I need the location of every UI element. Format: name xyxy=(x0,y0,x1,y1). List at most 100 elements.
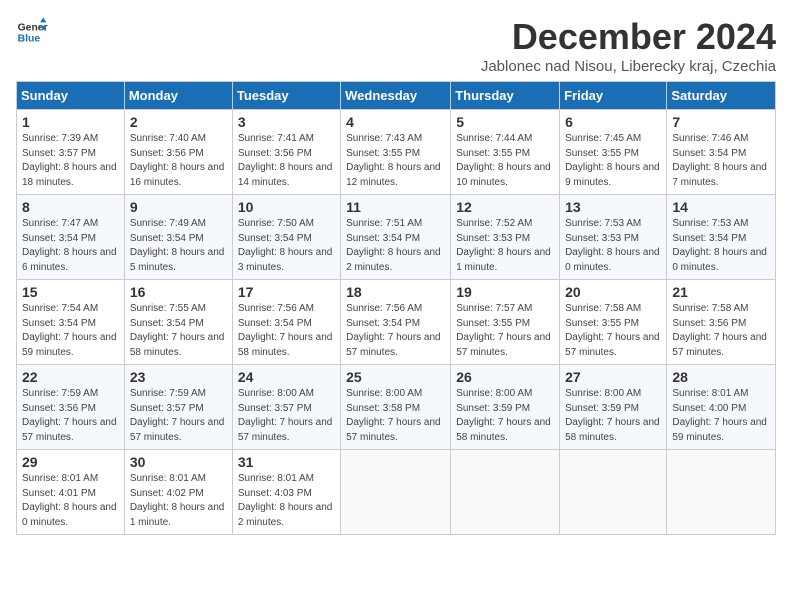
calendar-cell: 18 Sunrise: 7:56 AMSunset: 3:54 PMDayligh… xyxy=(341,280,451,365)
day-info: Sunrise: 7:58 AMSunset: 3:56 PMDaylight:… xyxy=(672,302,770,360)
calendar-cell: 1Sunrise: 7:39 AMSunset: 3:57 PMDaylight… xyxy=(17,110,125,195)
col-wednesday: Wednesday xyxy=(341,82,451,110)
day-info: Sunrise: 7:44 AMSunset: 3:55 PMDaylight:… xyxy=(456,132,554,190)
day-number: 17 xyxy=(238,284,335,300)
day-info: Sunrise: 7:59 AMSunset: 3:57 PMDaylight:… xyxy=(130,387,227,445)
day-info: Sunrise: 7:58 AMSunset: 3:55 PMDaylight:… xyxy=(565,302,661,360)
svg-text:Blue: Blue xyxy=(18,34,41,45)
calendar-cell: 24 Sunrise: 8:00 AMSunset: 3:57 PMDayligh… xyxy=(232,365,340,450)
day-info: Sunrise: 7:53 AMSunset: 3:54 PMDaylight:… xyxy=(672,217,770,275)
calendar-cell xyxy=(341,450,451,535)
calendar-cell xyxy=(560,450,667,535)
calendar-cell xyxy=(667,450,776,535)
day-number: 23 xyxy=(130,369,227,385)
day-number: 30 xyxy=(130,454,227,470)
col-friday: Friday xyxy=(560,82,667,110)
calendar-cell: 4 Sunrise: 7:43 AMSunset: 3:55 PMDaylight… xyxy=(341,110,451,195)
calendar-cell xyxy=(451,450,560,535)
day-info: Sunrise: 7:40 AMSunset: 3:56 PMDaylight:… xyxy=(130,132,227,190)
day-info: Sunrise: 8:00 AMSunset: 3:59 PMDaylight:… xyxy=(456,387,554,445)
day-info: Sunrise: 7:53 AMSunset: 3:53 PMDaylight:… xyxy=(565,217,661,275)
calendar-cell: 30Sunrise: 8:01 AMSunset: 4:02 PMDayligh… xyxy=(124,450,232,535)
day-info: Sunrise: 7:45 AMSunset: 3:55 PMDaylight:… xyxy=(565,132,661,190)
calendar-cell: 22Sunrise: 7:59 AMSunset: 3:56 PMDayligh… xyxy=(17,365,125,450)
day-number: 16 xyxy=(130,284,227,300)
day-number: 11 xyxy=(346,199,445,215)
col-saturday: Saturday xyxy=(667,82,776,110)
day-info: Sunrise: 7:51 AMSunset: 3:54 PMDaylight:… xyxy=(346,217,445,275)
day-info: Sunrise: 8:00 AMSunset: 3:57 PMDaylight:… xyxy=(238,387,335,445)
calendar-cell: 10 Sunrise: 7:50 AMSunset: 3:54 PMDayligh… xyxy=(232,195,340,280)
calendar-cell: 19Sunrise: 7:57 AMSunset: 3:55 PMDayligh… xyxy=(451,280,560,365)
calendar-table: Sunday Monday Tuesday Wednesday Thursday… xyxy=(16,81,776,535)
day-number: 6 xyxy=(565,114,661,130)
day-info: Sunrise: 7:47 AMSunset: 3:54 PMDaylight:… xyxy=(22,217,119,275)
day-number: 8 xyxy=(22,199,119,215)
calendar-cell: 29 Sunrise: 8:01 AMSunset: 4:01 PMDayligh… xyxy=(17,450,125,535)
day-info: Sunrise: 8:00 AMSunset: 3:58 PMDaylight:… xyxy=(346,387,445,445)
day-info: Sunrise: 7:55 AMSunset: 3:54 PMDaylight:… xyxy=(130,302,227,360)
calendar-cell: 31Sunrise: 8:01 AMSunset: 4:03 PMDayligh… xyxy=(232,450,340,535)
col-monday: Monday xyxy=(124,82,232,110)
day-number: 25 xyxy=(346,369,445,385)
day-number: 7 xyxy=(672,114,770,130)
day-info: Sunrise: 7:52 AMSunset: 3:53 PMDaylight:… xyxy=(456,217,554,275)
month-title: December 2024 xyxy=(481,16,776,58)
day-number: 10 xyxy=(238,199,335,215)
calendar-cell: 25 Sunrise: 8:00 AMSunset: 3:58 PMDayligh… xyxy=(341,365,451,450)
day-info: Sunrise: 7:49 AMSunset: 3:54 PMDaylight:… xyxy=(130,217,227,275)
day-number: 29 xyxy=(22,454,119,470)
calendar-cell: 2 Sunrise: 7:40 AMSunset: 3:56 PMDaylight… xyxy=(124,110,232,195)
col-thursday: Thursday xyxy=(451,82,560,110)
day-number: 27 xyxy=(565,369,661,385)
calendar-cell: 3Sunrise: 7:41 AMSunset: 3:56 PMDaylight… xyxy=(232,110,340,195)
day-info: Sunrise: 8:01 AMSunset: 4:03 PMDaylight:… xyxy=(238,472,335,530)
col-tuesday: Tuesday xyxy=(232,82,340,110)
calendar-cell: 11 Sunrise: 7:51 AMSunset: 3:54 PMDayligh… xyxy=(341,195,451,280)
day-number: 18 xyxy=(346,284,445,300)
day-number: 13 xyxy=(565,199,661,215)
day-number: 15 xyxy=(22,284,119,300)
calendar-cell: 13 Sunrise: 7:53 AMSunset: 3:53 PMDayligh… xyxy=(560,195,667,280)
day-info: Sunrise: 8:01 AMSunset: 4:01 PMDaylight:… xyxy=(22,472,119,530)
col-sunday: Sunday xyxy=(17,82,125,110)
calendar-week-row: 22Sunrise: 7:59 AMSunset: 3:56 PMDayligh… xyxy=(17,365,776,450)
day-number: 24 xyxy=(238,369,335,385)
day-info: Sunrise: 8:01 AMSunset: 4:00 PMDaylight:… xyxy=(672,387,770,445)
day-info: Sunrise: 7:57 AMSunset: 3:55 PMDaylight:… xyxy=(456,302,554,360)
day-info: Sunrise: 8:00 AMSunset: 3:59 PMDaylight:… xyxy=(565,387,661,445)
day-number: 4 xyxy=(346,114,445,130)
calendar-week-row: 1Sunrise: 7:39 AMSunset: 3:57 PMDaylight… xyxy=(17,110,776,195)
calendar-cell: 7 Sunrise: 7:46 AMSunset: 3:54 PMDaylight… xyxy=(667,110,776,195)
calendar-week-row: 29 Sunrise: 8:01 AMSunset: 4:01 PMDayligh… xyxy=(17,450,776,535)
day-info: Sunrise: 7:56 AMSunset: 3:54 PMDaylight:… xyxy=(238,302,335,360)
calendar-cell: 16 Sunrise: 7:55 AMSunset: 3:54 PMDayligh… xyxy=(124,280,232,365)
calendar-cell: 27 Sunrise: 8:00 AMSunset: 3:59 PMDayligh… xyxy=(560,365,667,450)
calendar-cell: 14Sunrise: 7:53 AMSunset: 3:54 PMDayligh… xyxy=(667,195,776,280)
location-subtitle: Jablonec nad Nisou, Liberecky kraj, Czec… xyxy=(481,58,776,75)
day-number: 1 xyxy=(22,114,119,130)
calendar-header-row: Sunday Monday Tuesday Wednesday Thursday… xyxy=(17,82,776,110)
calendar-cell: 8 Sunrise: 7:47 AMSunset: 3:54 PMDaylight… xyxy=(17,195,125,280)
calendar-cell: 12 Sunrise: 7:52 AMSunset: 3:53 PMDayligh… xyxy=(451,195,560,280)
day-info: Sunrise: 7:41 AMSunset: 3:56 PMDaylight:… xyxy=(238,132,335,190)
day-info: Sunrise: 7:54 AMSunset: 3:54 PMDaylight:… xyxy=(22,302,119,360)
day-number: 12 xyxy=(456,199,554,215)
calendar-cell: 20Sunrise: 7:58 AMSunset: 3:55 PMDayligh… xyxy=(560,280,667,365)
day-info: Sunrise: 7:46 AMSunset: 3:54 PMDaylight:… xyxy=(672,132,770,190)
day-number: 2 xyxy=(130,114,227,130)
calendar-cell: 28Sunrise: 8:01 AMSunset: 4:00 PMDayligh… xyxy=(667,365,776,450)
day-info: Sunrise: 7:43 AMSunset: 3:55 PMDaylight:… xyxy=(346,132,445,190)
day-info: Sunrise: 7:50 AMSunset: 3:54 PMDaylight:… xyxy=(238,217,335,275)
calendar-cell: 6 Sunrise: 7:45 AMSunset: 3:55 PMDaylight… xyxy=(560,110,667,195)
calendar-cell: 23 Sunrise: 7:59 AMSunset: 3:57 PMDayligh… xyxy=(124,365,232,450)
calendar-week-row: 8 Sunrise: 7:47 AMSunset: 3:54 PMDaylight… xyxy=(17,195,776,280)
day-number: 5 xyxy=(456,114,554,130)
day-info: Sunrise: 7:56 AMSunset: 3:54 PMDaylight:… xyxy=(346,302,445,360)
calendar-cell: 21 Sunrise: 7:58 AMSunset: 3:56 PMDayligh… xyxy=(667,280,776,365)
day-number: 22 xyxy=(22,369,119,385)
day-number: 21 xyxy=(672,284,770,300)
calendar-week-row: 15 Sunrise: 7:54 AMSunset: 3:54 PMDayligh… xyxy=(17,280,776,365)
calendar-cell: 26Sunrise: 8:00 AMSunset: 3:59 PMDayligh… xyxy=(451,365,560,450)
day-number: 9 xyxy=(130,199,227,215)
